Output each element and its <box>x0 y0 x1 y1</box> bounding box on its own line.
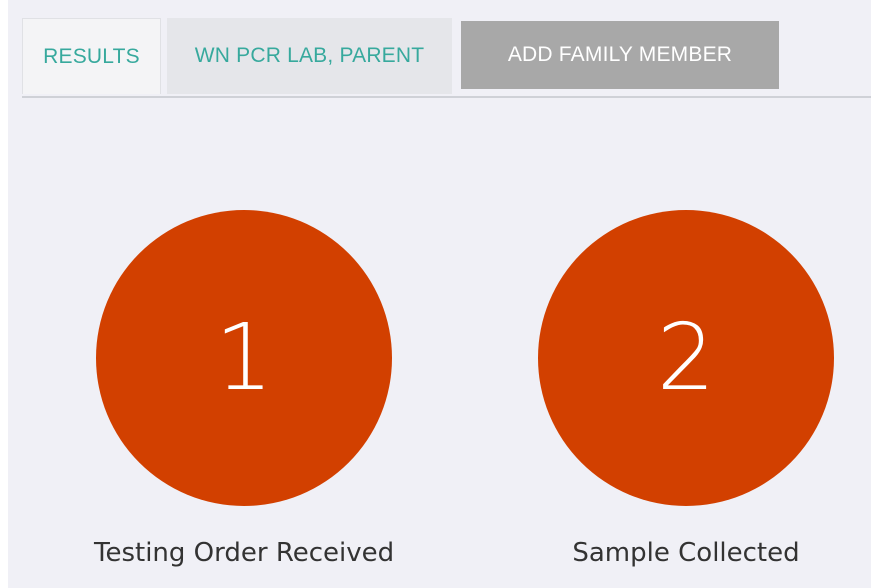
step-testing-order-received: 1 Testing Order Received <box>94 210 394 568</box>
tab-parent[interactable]: WN PCR LAB, PARENT <box>167 18 452 94</box>
step-circle: 1 <box>96 210 392 506</box>
tab-parent-label: WN PCR LAB, PARENT <box>194 44 425 67</box>
tab-bar: RESULTS WN PCR LAB, PARENT ADD FAMILY ME… <box>22 18 871 98</box>
add-family-member-button[interactable]: ADD FAMILY MEMBER <box>461 21 779 89</box>
step-label: Sample Collected <box>572 538 800 568</box>
tab-results[interactable]: RESULTS <box>22 18 161 94</box>
add-family-member-label: ADD FAMILY MEMBER <box>507 43 733 66</box>
tab-results-label: RESULTS <box>43 44 140 68</box>
step-circle: 2 <box>538 210 834 506</box>
step-number: 1 <box>214 304 274 411</box>
step-sample-collected: 2 Sample Collected <box>536 210 836 568</box>
step-label: Testing Order Received <box>94 538 395 568</box>
step-number: 2 <box>656 304 716 411</box>
